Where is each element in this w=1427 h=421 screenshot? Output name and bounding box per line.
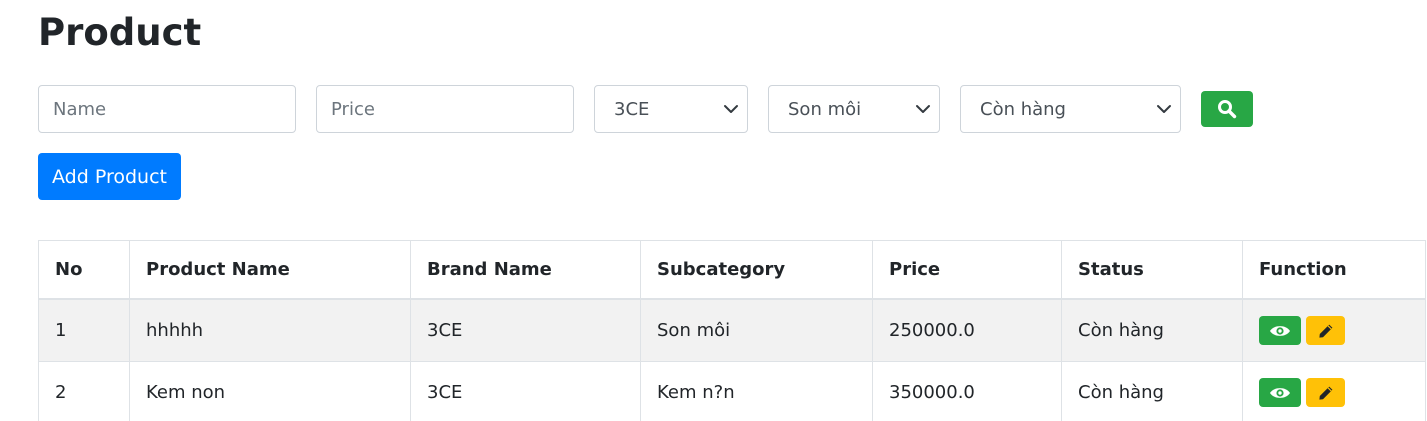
add-product-label: Add Product xyxy=(52,165,167,188)
header-status: Status xyxy=(1061,240,1243,300)
cell-product-name: Kem non xyxy=(129,361,411,421)
cell-no: 1 xyxy=(38,298,130,362)
function-buttons xyxy=(1259,378,1409,407)
price-input[interactable] xyxy=(316,85,574,133)
view-button[interactable] xyxy=(1259,378,1301,407)
brand-select[interactable]: 3CE xyxy=(594,85,748,133)
chevron-down-icon xyxy=(1157,105,1171,113)
header-brand-name: Brand Name xyxy=(410,240,641,300)
chevron-down-icon xyxy=(724,105,738,113)
header-price: Price xyxy=(872,240,1062,300)
table-row: 1 hhhhh 3CE Son môi 250000.0 Còn hàng xyxy=(38,298,1426,362)
name-input[interactable] xyxy=(38,85,296,133)
pencil-icon xyxy=(1318,324,1332,338)
edit-button[interactable] xyxy=(1306,316,1345,345)
cell-price: 250000.0 xyxy=(872,298,1062,362)
cell-function xyxy=(1242,361,1426,421)
cell-brand-name: 3CE xyxy=(410,298,641,362)
cell-status: Còn hàng xyxy=(1061,298,1243,362)
pencil-icon xyxy=(1318,386,1332,400)
cell-price: 350000.0 xyxy=(872,361,1062,421)
cell-brand-name: 3CE xyxy=(410,361,641,421)
table-header-row: No Product Name Brand Name Subcategory P… xyxy=(38,240,1426,300)
chevron-down-icon xyxy=(916,105,930,113)
subcategory-select[interactable]: Son môi xyxy=(768,85,940,133)
table-row: 2 Kem non 3CE Kem n?n 350000.0 Còn hàng xyxy=(38,361,1426,421)
cell-no: 2 xyxy=(38,361,130,421)
cell-subcategory: Kem n?n xyxy=(640,361,873,421)
cell-product-name: hhhhh xyxy=(129,298,411,362)
edit-button[interactable] xyxy=(1306,378,1345,407)
search-button[interactable] xyxy=(1201,91,1253,127)
brand-select-value: 3CE xyxy=(614,98,650,120)
view-button[interactable] xyxy=(1259,316,1301,345)
header-function: Function xyxy=(1242,240,1426,300)
product-table: No Product Name Brand Name Subcategory P… xyxy=(38,240,1426,421)
eye-icon xyxy=(1270,387,1290,398)
eye-icon xyxy=(1270,325,1290,336)
page-title: Product xyxy=(38,11,202,54)
status-select-value: Còn hàng xyxy=(980,98,1066,120)
function-buttons xyxy=(1259,316,1409,345)
cell-status: Còn hàng xyxy=(1061,361,1243,421)
product-page: Product 3CE Son môi Còn hàng Add Product xyxy=(0,0,1427,421)
cell-subcategory: Son môi xyxy=(640,298,873,362)
status-select[interactable]: Còn hàng xyxy=(960,85,1181,133)
add-product-button[interactable]: Add Product xyxy=(38,153,181,200)
search-icon xyxy=(1218,100,1237,119)
cell-function xyxy=(1242,298,1426,362)
header-no: No xyxy=(38,240,130,300)
subcategory-select-value: Son môi xyxy=(788,98,862,120)
header-product-name: Product Name xyxy=(129,240,411,300)
header-subcategory: Subcategory xyxy=(640,240,873,300)
